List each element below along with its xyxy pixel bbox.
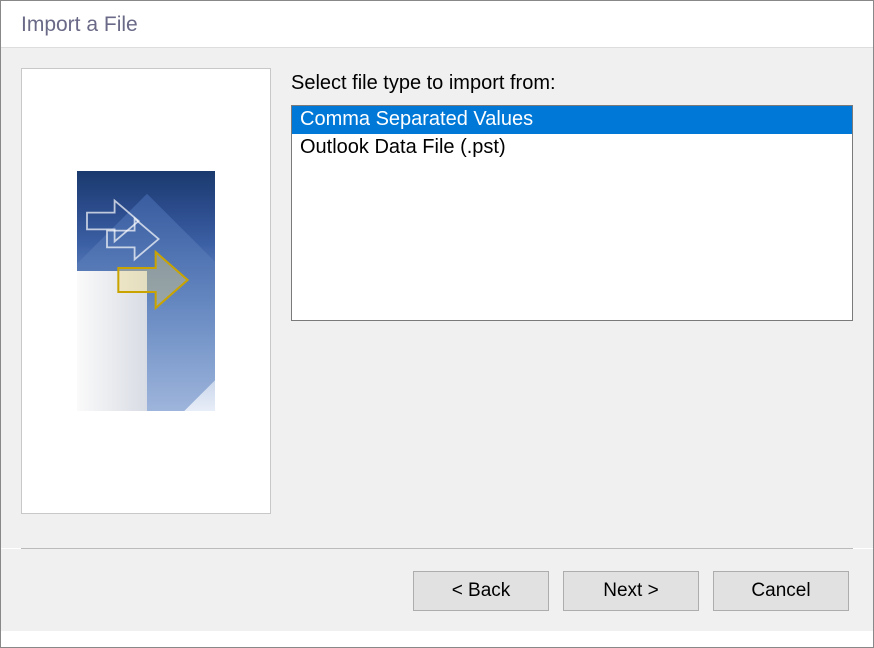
button-bar: < Back Next > Cancel (1, 549, 873, 631)
file-type-listbox[interactable]: Comma Separated Values Outlook Data File… (291, 105, 853, 321)
list-item[interactable]: Comma Separated Values (292, 106, 852, 134)
import-icon (77, 171, 215, 411)
wizard-image-panel (21, 68, 271, 514)
main-panel: Select file type to import from: Comma S… (291, 68, 853, 528)
cancel-button[interactable]: Cancel (713, 571, 849, 611)
back-button[interactable]: < Back (413, 571, 549, 611)
next-button[interactable]: Next > (563, 571, 699, 611)
dialog-content: Select file type to import from: Comma S… (1, 48, 873, 548)
dialog-title: Import a File (1, 1, 873, 48)
instruction-label: Select file type to import from: (291, 72, 853, 95)
list-item[interactable]: Outlook Data File (.pst) (292, 134, 852, 162)
